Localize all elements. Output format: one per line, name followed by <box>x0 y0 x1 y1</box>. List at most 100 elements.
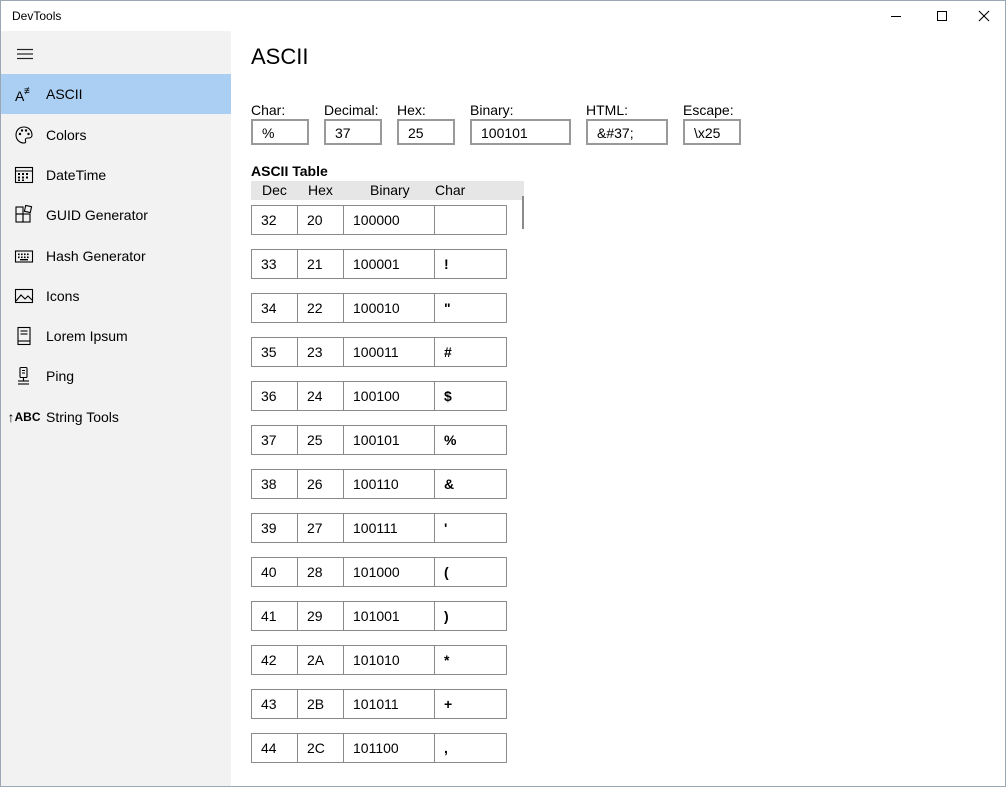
cell-hex: 21 <box>297 249 344 279</box>
sidebar-item-datetime[interactable]: DateTime <box>1 155 231 195</box>
cell-binary: 100101 <box>343 425 435 455</box>
cell-char: $ <box>434 381 507 411</box>
maximize-button[interactable] <box>919 1 965 31</box>
cell-binary: 100000 <box>343 205 435 235</box>
cell-dec: 33 <box>251 249 298 279</box>
sidebar-item-label: Ping <box>46 368 75 384</box>
cell-dec: 41 <box>251 601 298 631</box>
cell-char: ) <box>434 601 507 631</box>
hex-input[interactable]: 25 <box>397 119 455 145</box>
guid-blocks-icon <box>13 205 35 225</box>
ascii-table-header: Dec Hex Binary Char <box>251 181 524 200</box>
sidebar-item-ping[interactable]: Ping <box>1 356 231 396</box>
cell-binary: 100100 <box>343 381 435 411</box>
sidebar-item-ascii[interactable]: A ≢ ASCII <box>1 74 231 114</box>
cell-dec: 37 <box>251 425 298 455</box>
cell-dec: 34 <box>251 293 298 323</box>
close-button[interactable] <box>961 1 1006 31</box>
cell-dec: 38 <box>251 469 298 499</box>
minimize-icon <box>891 16 901 17</box>
hamburger-menu-button[interactable] <box>9 39 41 69</box>
char-field: Char: % <box>251 101 309 145</box>
column-header-binary[interactable]: Binary <box>370 182 410 198</box>
title-bar[interactable]: DevTools <box>1 1 1005 31</box>
sidebar-item-icons[interactable]: Icons <box>1 276 231 316</box>
sidebar-item-label: DateTime <box>46 167 107 183</box>
cell-hex: 2B <box>297 689 344 719</box>
page-title: ASCII <box>251 44 309 69</box>
sidebar-item-label: Hash Generator <box>46 248 146 264</box>
html-field: HTML: &#37; <box>586 101 668 145</box>
cell-dec: 42 <box>251 645 298 675</box>
ascii-icon: A ≢ <box>13 84 35 104</box>
char-input[interactable]: % <box>251 119 309 145</box>
cell-binary: 101001 <box>343 601 435 631</box>
app-title: DevTools <box>12 9 62 23</box>
binary-label: Binary: <box>470 102 514 118</box>
cell-dec: 32 <box>251 205 298 235</box>
cell-binary: 101100 <box>343 733 435 763</box>
cell-char: # <box>434 337 507 367</box>
cell-binary: 100010 <box>343 293 435 323</box>
cell-char: ' <box>434 513 507 543</box>
column-header-dec[interactable]: Dec <box>262 182 287 198</box>
cell-hex: 23 <box>297 337 344 367</box>
cell-dec: 40 <box>251 557 298 587</box>
sidebar-item-colors[interactable]: Colors <box>1 115 231 155</box>
sidebar-item-hash-generator[interactable]: Hash Generator <box>1 236 231 276</box>
cell-binary: 100110 <box>343 469 435 499</box>
sidebar-item-guid-generator[interactable]: GUID Generator <box>1 195 231 235</box>
svg-text:≢: ≢ <box>24 86 34 97</box>
cell-dec: 39 <box>251 513 298 543</box>
cell-char: ( <box>434 557 507 587</box>
html-label: HTML: <box>586 102 628 118</box>
cell-hex: 29 <box>297 601 344 631</box>
cell-char <box>434 205 507 235</box>
sidebar-item-label: String Tools <box>46 409 119 425</box>
binary-field: Binary: 100101 <box>470 101 571 145</box>
keyboard-icon <box>13 246 35 266</box>
cell-char: " <box>434 293 507 323</box>
calendar-icon <box>13 165 35 185</box>
cell-binary: 101000 <box>343 557 435 587</box>
book-icon <box>13 326 35 346</box>
cell-hex: 26 <box>297 469 344 499</box>
string-tools-icon: ↑ ABC <box>7 409 41 425</box>
cell-hex: 27 <box>297 513 344 543</box>
cell-char: % <box>434 425 507 455</box>
sidebar-item-label: Icons <box>46 288 80 304</box>
cell-binary: 101010 <box>343 645 435 675</box>
sidebar-item-lorem-ipsum[interactable]: Lorem Ipsum <box>1 316 231 356</box>
sidebar-item-string-tools[interactable]: ↑ ABC String Tools <box>1 397 231 437</box>
html-input[interactable]: &#37; <box>586 119 668 145</box>
hex-label: Hex: <box>397 102 426 118</box>
table-scrollbar[interactable] <box>522 196 524 229</box>
cell-hex: 25 <box>297 425 344 455</box>
cell-binary: 100011 <box>343 337 435 367</box>
column-header-char[interactable]: Char <box>435 182 465 198</box>
image-icon <box>13 286 35 306</box>
column-header-hex[interactable]: Hex <box>308 182 333 198</box>
escape-input[interactable]: \x25 <box>683 119 741 145</box>
main-content: ASCII Char: % Decimal: 37 Hex: 25 Binary… <box>231 31 1005 786</box>
cell-hex: 22 <box>297 293 344 323</box>
cell-char: & <box>434 469 507 499</box>
cell-hex: 24 <box>297 381 344 411</box>
minimize-button[interactable] <box>873 1 919 31</box>
ping-icon <box>13 366 35 386</box>
sidebar-item-label: Lorem Ipsum <box>46 328 128 344</box>
cell-hex: 2A <box>297 645 344 675</box>
cell-binary: 101011 <box>343 689 435 719</box>
app-window: DevTools A ≢ ASCII Colors DateTime GUID … <box>0 0 1006 787</box>
cell-dec: 36 <box>251 381 298 411</box>
cell-dec: 43 <box>251 689 298 719</box>
cell-dec: 44 <box>251 733 298 763</box>
close-icon <box>978 10 990 22</box>
binary-input[interactable]: 100101 <box>470 119 571 145</box>
decimal-input[interactable]: 37 <box>324 119 382 145</box>
sidebar: A≢ ASCII Colors DateTime GUID Generator <box>1 31 231 786</box>
cell-char: + <box>434 689 507 719</box>
cell-binary: 100111 <box>343 513 435 543</box>
cell-hex: 28 <box>297 557 344 587</box>
escape-field: Escape: \x25 <box>683 101 741 145</box>
